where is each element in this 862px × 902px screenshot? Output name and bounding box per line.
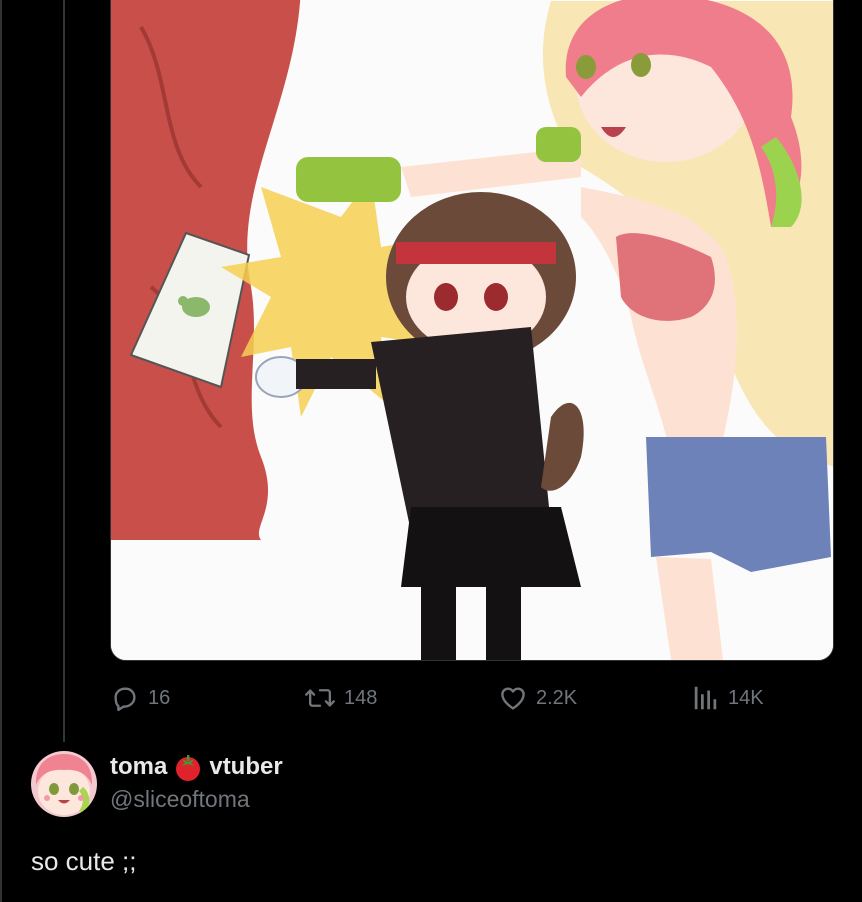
avatar-image xyxy=(31,751,97,817)
timeline-left-border xyxy=(0,0,2,902)
heart-icon xyxy=(501,687,525,710)
views-bars-icon xyxy=(694,686,717,710)
reply-button[interactable]: 16 xyxy=(110,680,170,716)
view-count: 14K xyxy=(728,686,764,709)
post-image[interactable] xyxy=(110,0,834,661)
user-handle[interactable]: @sliceoftoma xyxy=(110,786,250,813)
repost-count: 148 xyxy=(344,686,378,709)
reply-body-text: so cute ;; xyxy=(31,846,137,876)
illustration-artwork xyxy=(111,0,833,660)
like-button[interactable]: 2.2K xyxy=(498,680,577,716)
like-count: 2.2K xyxy=(536,686,578,709)
tomato-emoji-icon xyxy=(176,755,201,781)
reply-count: 16 xyxy=(148,686,171,709)
display-name-second[interactable]: vtuber xyxy=(209,753,282,781)
display-name-first[interactable]: toma xyxy=(110,753,167,781)
thread-connector-line xyxy=(63,0,65,742)
repost-arrows-icon xyxy=(305,689,335,707)
avatar[interactable] xyxy=(31,751,97,817)
views-button[interactable]: 14K xyxy=(692,680,764,716)
reply-author-name: toma vtuber xyxy=(110,752,283,782)
reply-bubble-icon xyxy=(114,687,136,712)
repost-button[interactable]: 148 xyxy=(304,680,377,716)
post-action-bar: 16 148 2.2K 14K xyxy=(0,680,862,716)
